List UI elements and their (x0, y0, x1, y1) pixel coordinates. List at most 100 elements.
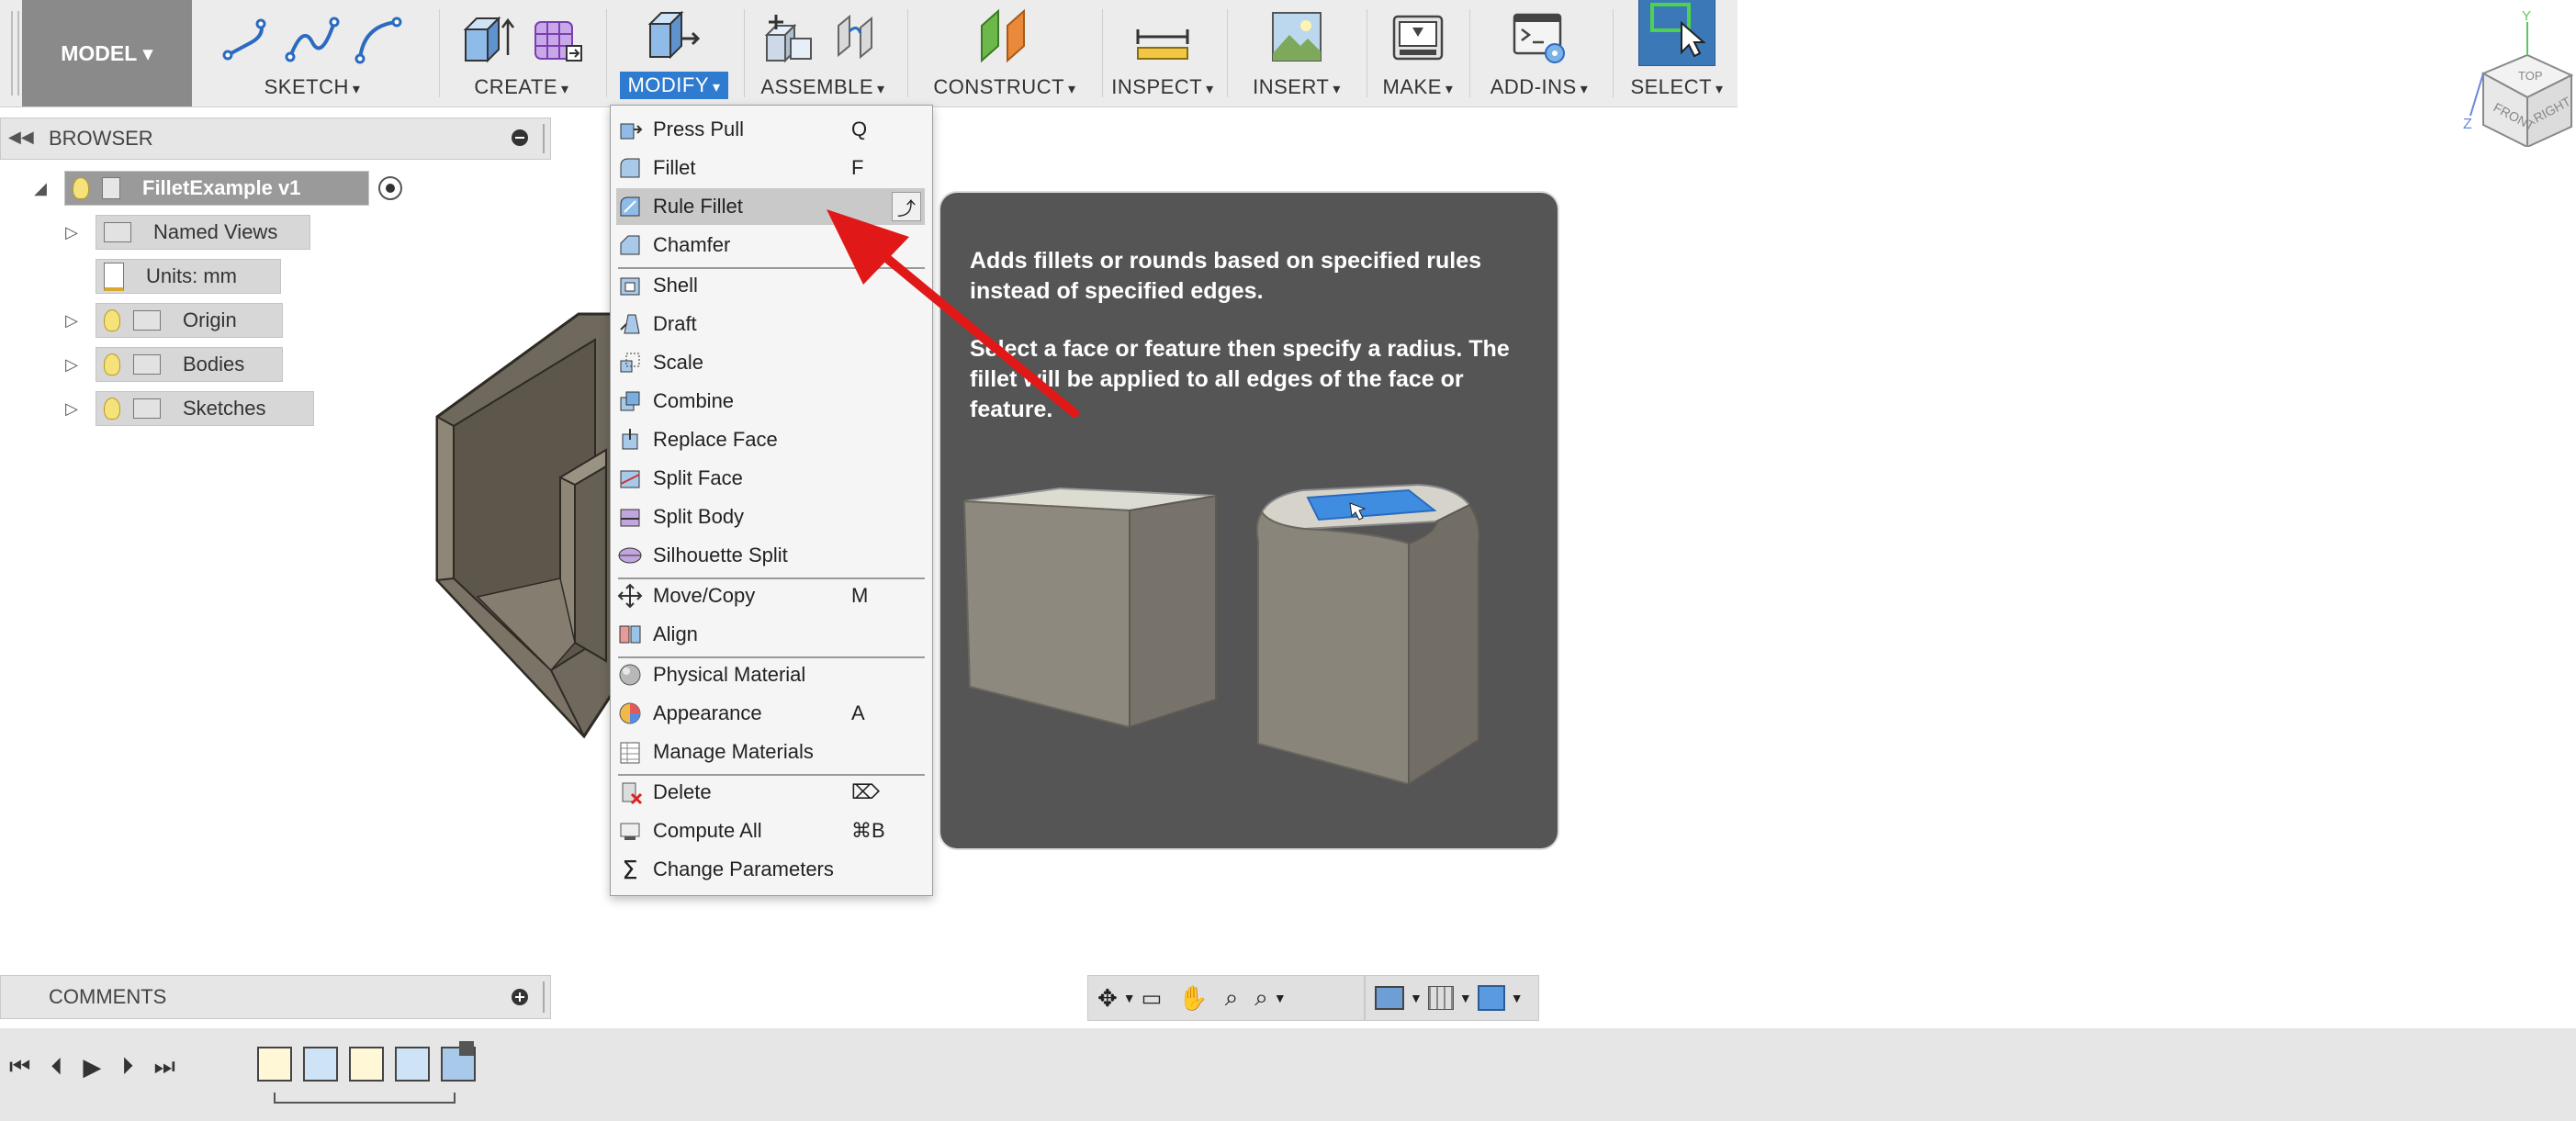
visibility-bulb-icon[interactable] (104, 398, 120, 420)
line-sketch-icon[interactable] (220, 15, 272, 66)
expand-triangle-icon[interactable]: ▷ (61, 223, 83, 242)
extrude-feature-icon[interactable] (395, 1047, 430, 1082)
step-forward-icon[interactable]: ⏵ (121, 1052, 133, 1082)
construct-menu-label[interactable]: CONSTRUCT ▾ (933, 75, 1075, 99)
select-menu-label[interactable]: SELECT ▾ (1630, 75, 1723, 99)
expand-triangle-icon[interactable]: ▷ (61, 311, 83, 331)
tree-row-bodies[interactable]: ▷ Bodies (61, 347, 283, 382)
menu-item-delete[interactable]: Delete ⌦ (616, 774, 925, 811)
chevron-down-icon[interactable]: ▼ (1511, 991, 1524, 1005)
extrude-icon[interactable] (458, 9, 515, 66)
insert-menu-label[interactable]: INSERT ▾ (1253, 75, 1341, 99)
spline-sketch-icon[interactable] (285, 15, 340, 66)
addins-menu-label[interactable]: ADD-INS ▾ (1490, 75, 1588, 99)
press-pull-icon[interactable] (645, 6, 703, 62)
sketches-node[interactable]: Sketches (96, 391, 314, 426)
chevron-down-icon[interactable]: ▼ (1274, 991, 1287, 1005)
pan-hand-icon[interactable]: ✋ (1178, 984, 1208, 1013)
menu-item-compute-all[interactable]: Compute All ⌘B (616, 813, 925, 849)
play-icon[interactable]: ▶ (83, 1053, 101, 1082)
comments-panel-header[interactable]: COMMENTS (0, 975, 551, 1019)
activate-radio-icon[interactable] (378, 176, 402, 200)
3d-print-icon[interactable] (1389, 7, 1447, 66)
sketch-feature-icon[interactable] (349, 1047, 384, 1082)
select-icon[interactable] (1638, 0, 1715, 66)
tree-row-sketches[interactable]: ▷ Sketches (61, 391, 314, 426)
display-settings-icon[interactable] (1375, 986, 1404, 1010)
inspect-group[interactable]: INSPECT ▾ (1108, 0, 1218, 106)
go-to-end-icon[interactable]: ⏭ (153, 1052, 174, 1082)
visibility-bulb-icon[interactable] (104, 309, 120, 331)
expand-triangle-icon[interactable]: ▷ (61, 399, 83, 419)
fit-zoom-icon[interactable]: ⌕ (1254, 983, 1268, 1013)
form-icon[interactable] (528, 9, 585, 66)
collapse-panel-icon[interactable]: ◀◀ (8, 128, 34, 147)
tree-row-units[interactable]: Units: mm (96, 259, 281, 294)
step-back-icon[interactable]: ⏴ (51, 1052, 62, 1082)
grid-icon[interactable] (1427, 986, 1454, 1010)
measure-icon[interactable] (1132, 9, 1193, 66)
modify-group[interactable]: MODIFY ▾ (610, 0, 738, 106)
tree-row-named-views[interactable]: ▷ Named Views (61, 215, 310, 250)
chevron-down-icon[interactable]: ▼ (1410, 991, 1423, 1005)
panel-grip[interactable] (543, 981, 546, 1013)
bodies-node[interactable]: Bodies (96, 347, 283, 382)
units-node[interactable]: Units: mm (96, 259, 281, 294)
menu-item-silhouette-split[interactable]: Silhouette Split (616, 537, 925, 574)
chevron-down-icon[interactable]: ▼ (1459, 991, 1472, 1005)
expand-triangle-icon[interactable]: ▷ (61, 355, 83, 375)
select-group[interactable]: SELECT ▾ (1618, 0, 1736, 106)
look-at-icon[interactable]: ▭ (1142, 985, 1163, 1012)
addins-group[interactable]: ADD-INS ▾ (1475, 0, 1603, 106)
make-menu-label[interactable]: MAKE ▾ (1383, 75, 1454, 99)
toolbar-grip[interactable] (11, 11, 19, 95)
insert-image-icon[interactable] (1267, 7, 1326, 66)
sketch-feature-icon[interactable] (257, 1047, 292, 1082)
modify-menu-label[interactable]: MODIFY ▾ (620, 72, 728, 99)
extrude-feature-icon[interactable] (303, 1047, 338, 1082)
timeline-marker[interactable] (459, 1041, 474, 1056)
construct-group[interactable]: CONSTRUCT ▾ (913, 0, 1097, 106)
tree-root-row[interactable]: ◢ FilletExample v1 (29, 171, 402, 206)
panel-grip[interactable] (543, 124, 546, 153)
visibility-bulb-icon[interactable] (104, 353, 120, 376)
browser-panel-header[interactable]: ◀◀ BROWSER (0, 118, 551, 160)
origin-node[interactable]: Origin (96, 303, 283, 338)
menu-item-fillet[interactable]: Fillet F (616, 150, 925, 186)
menu-item-align[interactable]: Align (616, 616, 925, 653)
menu-item-change-parameters[interactable]: Σ Change Parameters (616, 851, 925, 888)
sketch-menu-label[interactable]: SKETCH ▾ (264, 75, 361, 99)
assemble-menu-label[interactable]: ASSEMBLE ▾ (760, 75, 884, 99)
chevron-down-icon[interactable]: ▼ (1123, 991, 1136, 1005)
go-to-start-icon[interactable]: ⏮ (9, 1052, 30, 1082)
menu-item-appearance[interactable]: Appearance A (616, 695, 925, 732)
inspect-menu-label[interactable]: INSPECT ▾ (1111, 75, 1213, 99)
visibility-bulb-icon[interactable] (73, 177, 89, 199)
new-component-icon[interactable] (758, 7, 816, 66)
tree-row-origin[interactable]: ▷ Origin (61, 303, 283, 338)
workspace-switcher-button[interactable]: MODEL ▾ (22, 0, 192, 106)
pin-icon[interactable] (512, 129, 528, 146)
create-menu-label[interactable]: CREATE ▾ (474, 75, 568, 99)
create-group[interactable]: CREATE ▾ (444, 0, 599, 106)
menu-item-split-face[interactable]: Split Face (616, 460, 925, 497)
menu-item-physical-material[interactable]: Physical Material (616, 656, 925, 693)
joint-icon[interactable] (829, 7, 888, 66)
root-component-node[interactable]: FilletExample v1 (64, 171, 369, 206)
orbit-icon[interactable]: ✥ (1097, 984, 1118, 1013)
insert-group[interactable]: INSERT ▾ (1232, 0, 1361, 106)
sketch-group[interactable]: SKETCH ▾ (197, 0, 427, 106)
menu-item-split-body[interactable]: Split Body (616, 499, 925, 535)
view-cube[interactable]: TOP FRONT RIGHT Y Z (2443, 8, 2576, 149)
named-views-node[interactable]: Named Views (96, 215, 310, 250)
viewports-icon[interactable] (1477, 985, 1505, 1011)
menu-item-manage-materials[interactable]: Manage Materials (616, 734, 925, 770)
viewcube-top-label[interactable]: TOP (2518, 69, 2543, 83)
collapse-triangle-icon[interactable]: ◢ (29, 179, 51, 198)
plus-icon[interactable] (512, 989, 528, 1005)
make-group[interactable]: MAKE ▾ (1372, 0, 1464, 106)
arc-sketch-icon[interactable] (353, 15, 404, 66)
offset-plane-icon[interactable] (973, 6, 1037, 66)
menu-item-move-copy[interactable]: Move/Copy M (616, 577, 925, 614)
zoom-icon[interactable]: ⌕ (1225, 983, 1239, 1013)
